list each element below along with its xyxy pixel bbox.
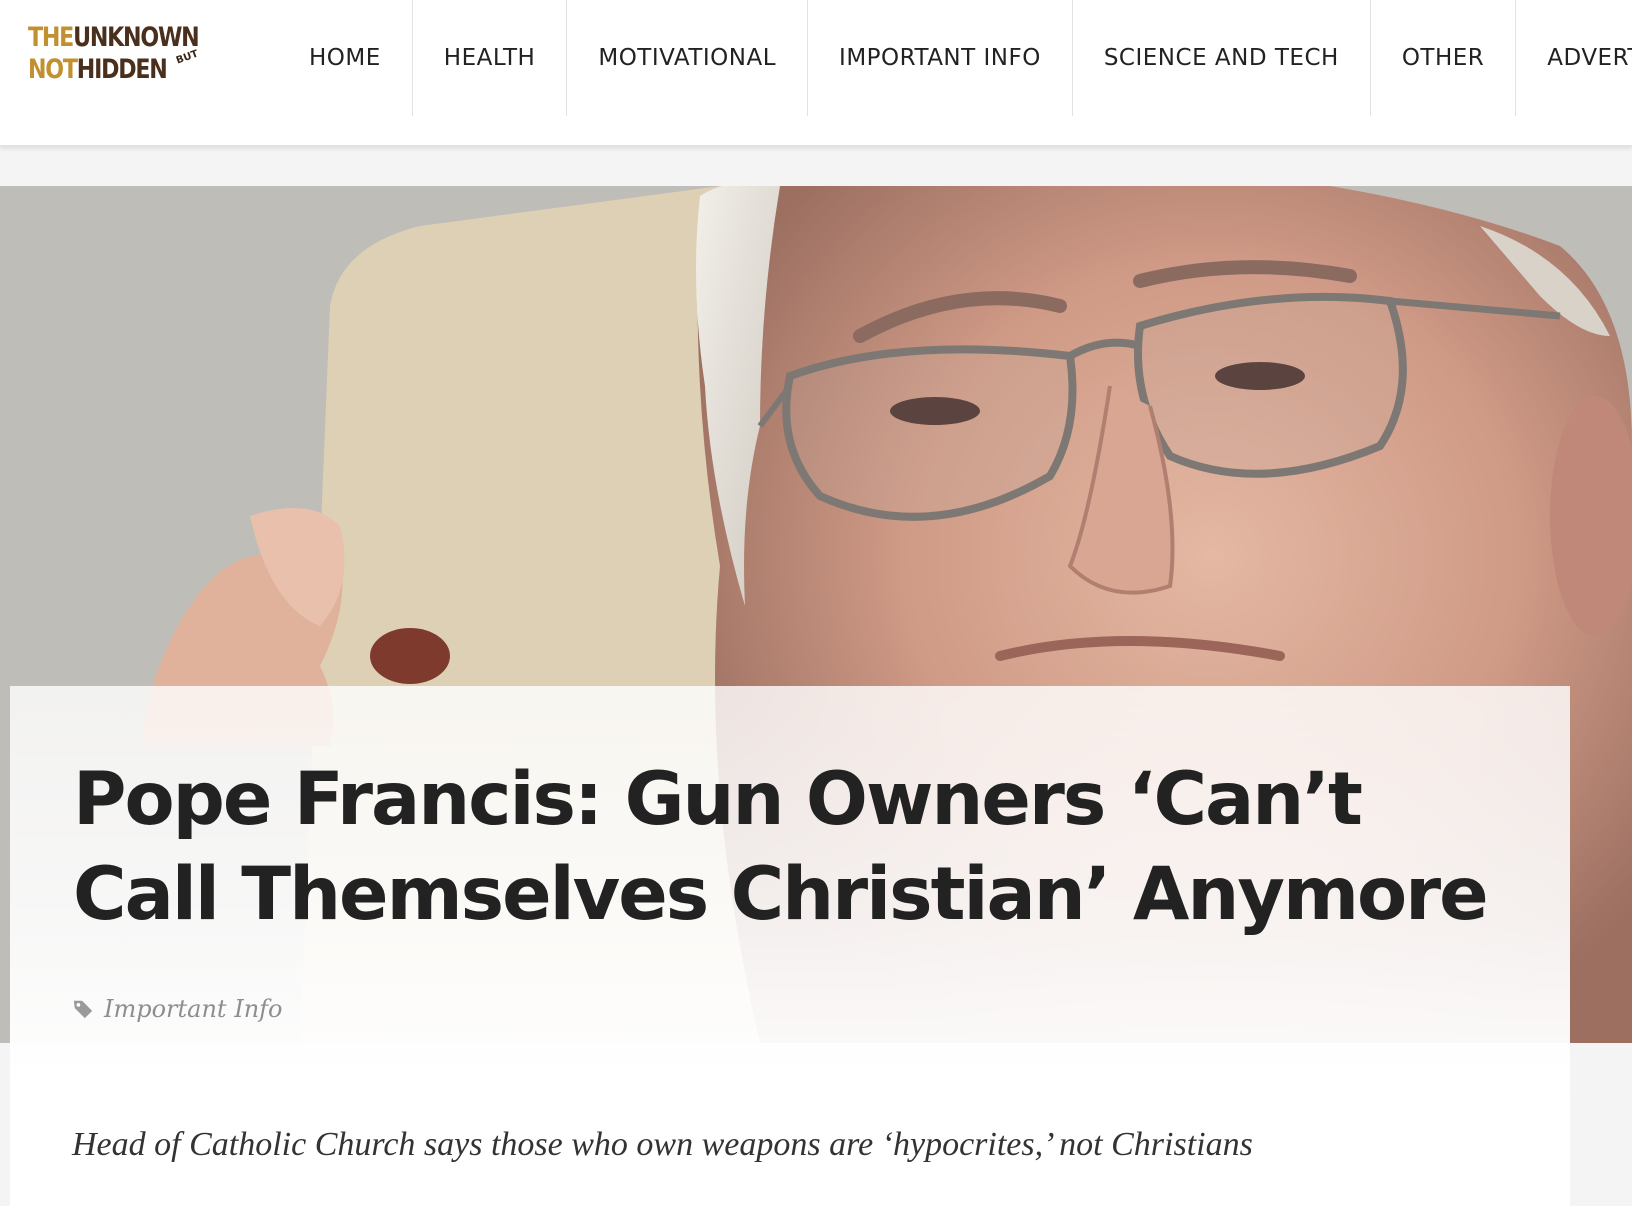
- article-meta: Important Info: [72, 995, 282, 1023]
- nav-item-science-and-tech[interactable]: SCIENCE AND TECH: [1071, 0, 1370, 116]
- site-logo[interactable]: THEUNKNOWN NOTHIDDEN BUT: [28, 22, 218, 92]
- tag-icon: [73, 1000, 93, 1019]
- nav-item-advertise[interactable]: ADVERTI: [1515, 0, 1632, 116]
- nav-item-motivational[interactable]: MOTIVATIONAL: [566, 0, 807, 116]
- article-title: Pope Francis: Gun Owners ‘Can’t Call The…: [73, 757, 1489, 937]
- nav-item-important-info[interactable]: IMPORTANT INFO: [807, 0, 1072, 116]
- main-nav: HOME HEALTH MOTIVATIONAL IMPORTANT INFO …: [278, 0, 1632, 116]
- site-header: THEUNKNOWN NOTHIDDEN BUT HOME HEALTH MOT…: [0, 0, 1632, 147]
- nav-item-home[interactable]: HOME: [278, 0, 412, 116]
- nav-item-other[interactable]: OTHER: [1369, 0, 1515, 116]
- category-link[interactable]: Important Info: [104, 995, 282, 1023]
- logo-line-2: NOTHIDDEN: [28, 54, 168, 85]
- logo-line-1: THEUNKNOWN: [28, 22, 200, 53]
- nav-item-health[interactable]: HEALTH: [411, 0, 567, 116]
- article-lead: Head of Catholic Church says those who o…: [72, 1126, 1253, 1163]
